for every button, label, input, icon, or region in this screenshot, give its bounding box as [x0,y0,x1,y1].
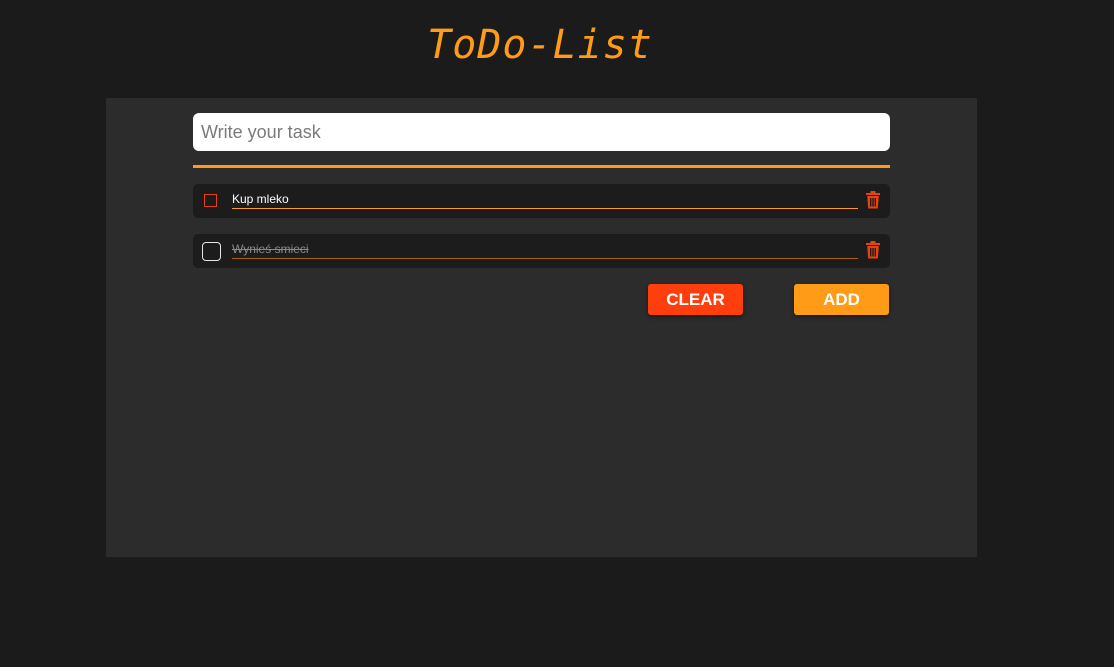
trash-icon[interactable] [865,191,881,209]
task-input[interactable] [193,113,890,151]
trash-icon[interactable] [865,241,881,259]
task-text[interactable]: Wynieś smieci [232,242,858,259]
clear-button[interactable]: CLEAR [648,284,743,315]
task-list: Kup mleko Wynieś smieci [193,184,890,284]
task-checkbox[interactable] [202,242,221,261]
task-item: Kup mleko [193,184,890,218]
add-button[interactable]: ADD [794,284,889,315]
task-item: Wynieś smieci [193,234,890,268]
app-title: ToDo-List [427,22,653,68]
page: ToDo-List Kup mleko [0,0,1114,667]
divider [193,165,890,168]
task-text[interactable]: Kup mleko [232,192,858,209]
todo-panel: Kup mleko Wynieś smieci [106,98,977,557]
task-checkbox[interactable] [204,194,217,207]
